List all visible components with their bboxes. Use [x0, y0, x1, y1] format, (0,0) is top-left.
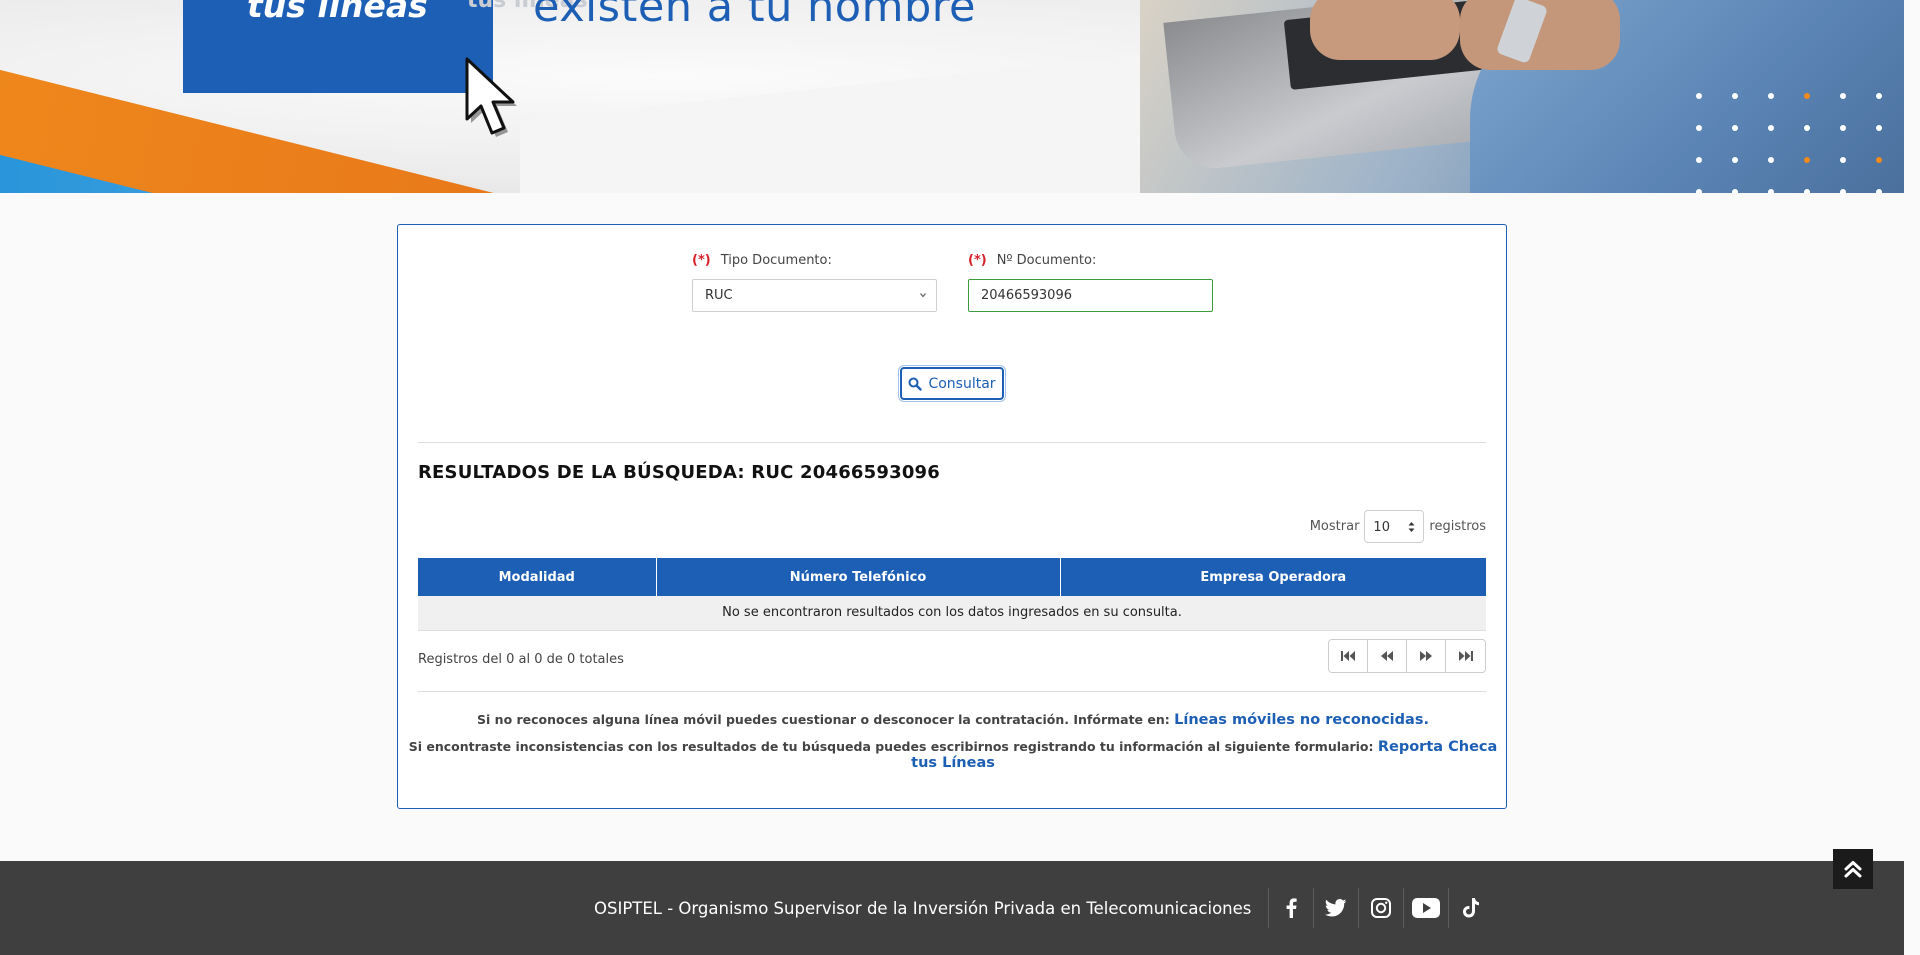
nro-documento-input[interactable]	[968, 279, 1213, 312]
decorative-dot	[1840, 93, 1846, 99]
decorative-dot	[1732, 125, 1738, 131]
decorative-dot	[1696, 125, 1702, 131]
tipo-documento-select[interactable]: RUC	[692, 279, 937, 312]
decorative-dot	[1804, 125, 1810, 131]
decorative-dots	[1696, 93, 1896, 193]
instagram-icon	[1371, 898, 1391, 918]
decorative-dot	[1696, 93, 1702, 99]
consultar-label: Consultar	[928, 375, 996, 392]
nro-documento-label: (*) Nº Documento:	[968, 253, 1097, 268]
previous-page-button[interactable]	[1368, 640, 1407, 672]
decorative-dot	[1768, 93, 1774, 99]
divider	[418, 691, 1486, 692]
column-header-numero[interactable]: Número Telefónico	[656, 558, 1061, 596]
page-length-control: Mostrar 10 registros	[1310, 510, 1486, 543]
decorative-dot	[1768, 125, 1774, 131]
decorative-dot	[1804, 157, 1810, 163]
twitter-icon	[1325, 899, 1347, 917]
divider	[418, 442, 1486, 443]
rewind-icon	[1381, 651, 1393, 661]
lineas-no-reconocidas-link[interactable]: Líneas móviles no reconocidas.	[1174, 712, 1429, 728]
tiktok-link[interactable]	[1448, 888, 1493, 928]
facebook-link[interactable]	[1268, 888, 1313, 928]
pagination	[1328, 639, 1486, 673]
facebook-icon	[1286, 898, 1297, 918]
page-length-select[interactable]: 10	[1364, 510, 1425, 543]
note-report-form: Si encontraste inconsistencias con los r…	[408, 739, 1498, 771]
last-page-button[interactable]	[1446, 640, 1485, 672]
first-page-icon	[1341, 651, 1355, 661]
table-header-row: Modalidad Número Telefónico Empresa Oper…	[418, 558, 1486, 596]
last-page-icon	[1458, 651, 1473, 661]
decorative-dot	[1876, 93, 1882, 99]
decorative-dot	[1804, 93, 1810, 99]
show-label: Mostrar	[1309, 519, 1360, 534]
decorative-dot	[1768, 157, 1774, 163]
results-title: RESULTADOS DE LA BÚSQUEDA: RUC 204665930…	[418, 462, 940, 483]
decorative-dot	[1840, 125, 1846, 131]
records-label: registros	[1429, 519, 1486, 534]
records-info: Registros del 0 al 0 de 0 totales	[418, 652, 624, 667]
scrollbar-gutter	[1904, 0, 1920, 955]
required-mark: (*)	[968, 253, 987, 268]
column-header-empresa[interactable]: Empresa Operadora	[1060, 558, 1486, 596]
banner-box-text: tus líneas	[247, 0, 428, 25]
results-table: Modalidad Número Telefónico Empresa Oper…	[418, 558, 1486, 631]
first-page-button[interactable]	[1329, 640, 1368, 672]
scroll-to-top-button[interactable]	[1833, 849, 1873, 889]
column-header-modalidad[interactable]: Modalidad	[418, 558, 657, 596]
sort-arrows-icon	[1408, 522, 1415, 532]
decorative-dot	[1876, 125, 1882, 131]
twitter-link[interactable]	[1313, 888, 1358, 928]
decorative-dot	[1840, 189, 1846, 193]
note-unrecognized-lines: Si no reconoces alguna línea móvil puede…	[477, 712, 1429, 728]
youtube-icon	[1412, 898, 1440, 918]
decorative-dot	[1804, 189, 1810, 193]
mouse-cursor-icon	[465, 57, 517, 137]
next-page-button[interactable]	[1407, 640, 1446, 672]
decorative-dot	[1696, 189, 1702, 193]
decorative-dot	[1732, 157, 1738, 163]
fast-forward-icon	[1420, 651, 1432, 661]
banner-title: existen a tu nombre	[533, 0, 976, 32]
chevron-down-icon	[920, 293, 926, 298]
search-icon	[908, 377, 923, 391]
social-links	[1268, 888, 1493, 928]
decorative-dot	[1768, 189, 1774, 193]
decorative-dot	[1840, 157, 1846, 163]
footer-text: OSIPTEL - Organismo Supervisor de la Inv…	[594, 899, 1252, 918]
consultar-button[interactable]: Consultar	[898, 365, 1006, 402]
decorative-dot	[1732, 93, 1738, 99]
tiktok-icon	[1463, 898, 1479, 918]
decorative-dot	[1876, 157, 1882, 163]
search-card: (*) Tipo Documento: RUC (*) Nº Documento: …	[397, 224, 1507, 809]
decorative-dot	[1876, 189, 1882, 193]
required-mark: (*)	[692, 253, 711, 268]
decorative-dot	[1732, 189, 1738, 193]
tipo-documento-label: (*) Tipo Documento:	[692, 253, 832, 268]
empty-message: No se encontraron resultados con los dat…	[418, 596, 1486, 631]
youtube-link[interactable]	[1403, 888, 1448, 928]
instagram-link[interactable]	[1358, 888, 1403, 928]
tipo-documento-value: RUC	[705, 288, 733, 303]
double-chevron-up-icon	[1844, 861, 1862, 878]
table-row: No se encontraron resultados con los dat…	[418, 596, 1486, 631]
footer: OSIPTEL - Organismo Supervisor de la Inv…	[0, 861, 1904, 955]
decorative-dot	[1696, 157, 1702, 163]
hero-banner: tus líneas tus líneas existen a tu nombr…	[0, 0, 1904, 193]
